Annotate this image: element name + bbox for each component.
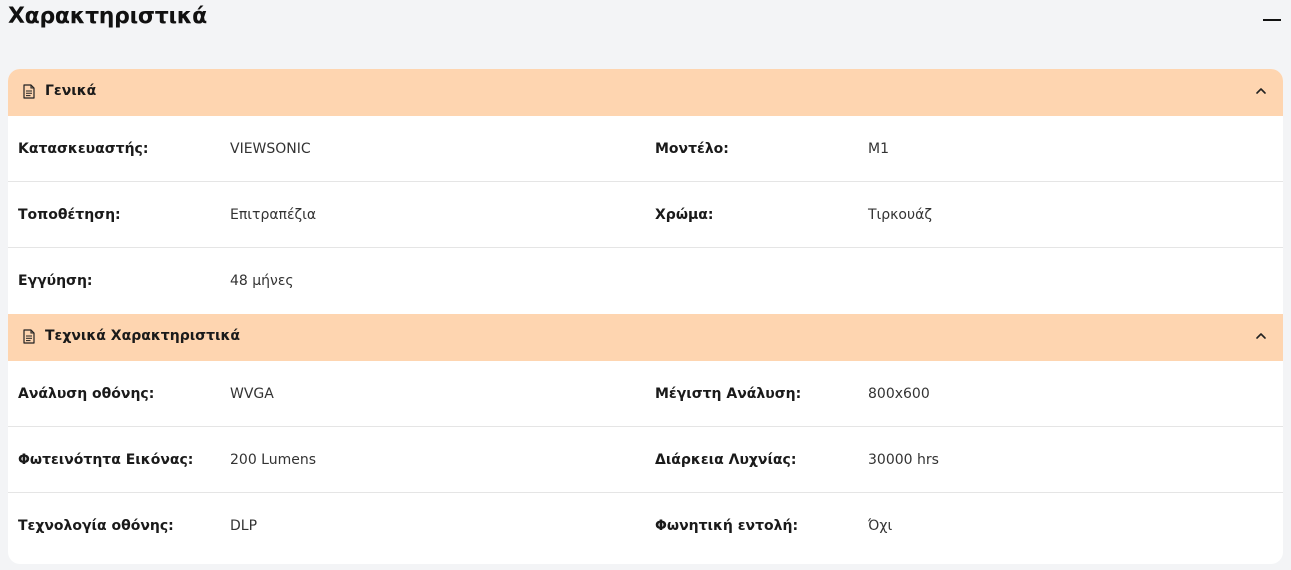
spec-label: Χρώμα: (655, 207, 714, 223)
page-title: Χαρακτηριστικά (8, 4, 207, 29)
chevron-up-icon (1256, 88, 1266, 94)
spec-value: 30000 hrs (868, 452, 939, 468)
spec-value: DLP (230, 518, 258, 534)
spec-value: Επιτραπέζια (230, 207, 317, 223)
document-icon (23, 329, 35, 344)
spec-value: WVGA (230, 386, 274, 402)
spec-label: Ανάλυση οθόνης: (18, 386, 155, 402)
minus-icon (1263, 19, 1281, 21)
specs-header: Χαρακτηριστικά (0, 0, 1291, 40)
spec-label: Τοποθέτηση: (18, 207, 121, 223)
document-icon (23, 84, 35, 99)
section-header-technical[interactable]: Τεχνικά Χαρακτηριστικά (8, 314, 1283, 361)
spec-label: Φωνητική εντολή: (655, 518, 799, 534)
section-title: Γενικά (45, 83, 97, 99)
spec-value: Όχι (868, 518, 893, 534)
spec-label: Φωτεινότητα Εικόνας: (18, 452, 194, 468)
spec-value: Τιρκουάζ (868, 207, 932, 223)
spec-row: Τοποθέτηση: Επιτραπέζια Χρώμα: Τιρκουάζ (8, 182, 1283, 248)
section-title: Τεχνικά Χαρακτηριστικά (45, 328, 241, 344)
spec-row: Τεχνολογία οθόνης: DLP Φωνητική εντολή: … (8, 493, 1283, 559)
spec-row: Ανάλυση οθόνης: WVGA Μέγιστη Ανάλυση: 80… (8, 361, 1283, 427)
spec-row: Κατασκευαστής: VIEWSONIC Μοντέλο: M1 (8, 116, 1283, 182)
section-header-general[interactable]: Γενικά (8, 69, 1283, 116)
spec-value: 200 Lumens (230, 452, 317, 468)
spec-label: Μοντέλο: (655, 141, 729, 157)
spec-row: Εγγύηση: 48 μήνες (8, 248, 1283, 314)
spec-label: Κατασκευαστής: (18, 141, 149, 157)
specs-card: Γενικά Κατασκευαστής: VIEWSONIC Μοντέλο:… (8, 69, 1283, 564)
spec-value: VIEWSONIC (230, 141, 311, 157)
spec-row: Φωτεινότητα Εικόνας: 200 Lumens Διάρκεια… (8, 427, 1283, 493)
spec-label: Τεχνολογία οθόνης: (18, 518, 174, 534)
spec-value: M1 (868, 141, 889, 157)
collapse-specs-button[interactable] (1262, 10, 1282, 30)
spec-label: Διάρκεια Λυχνίας: (655, 452, 797, 468)
chevron-up-icon (1256, 333, 1266, 339)
spec-value: 48 μήνες (230, 273, 294, 289)
spec-label: Εγγύηση: (18, 273, 93, 289)
spec-label: Μέγιστη Ανάλυση: (655, 386, 802, 402)
spec-value: 800x600 (868, 386, 930, 402)
